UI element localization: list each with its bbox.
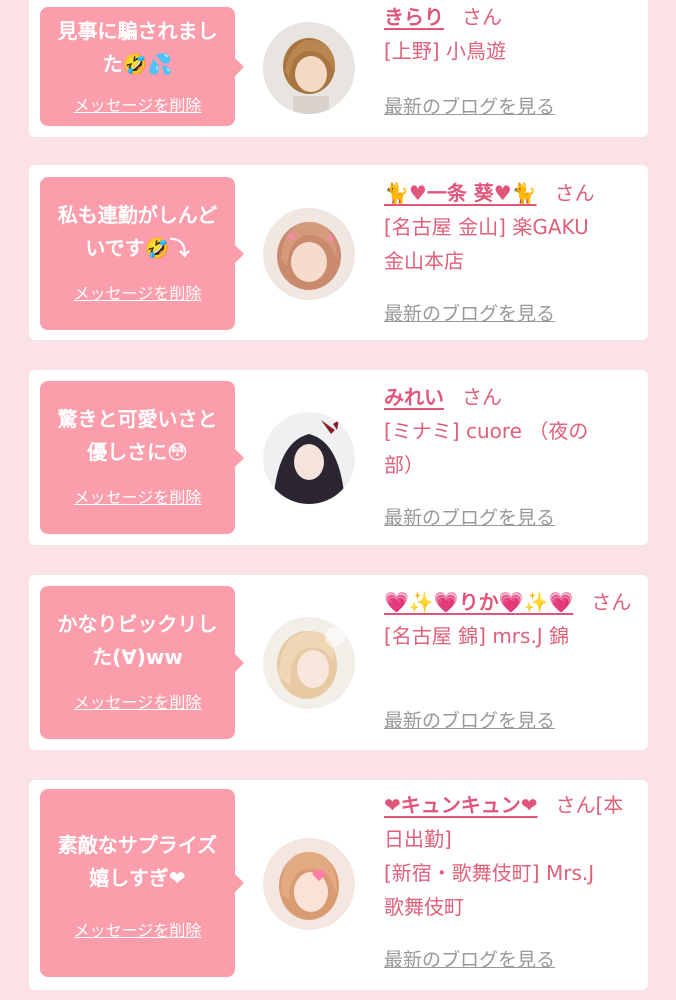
delete-message-link[interactable]: メッセージを削除 bbox=[40, 921, 235, 941]
delete-message-link[interactable]: メッセージを削除 bbox=[40, 693, 235, 713]
message-card: 驚きと可愛いさと 優しさに😳 メッセージを削除 みれい さん [ミナミ] cuor… bbox=[29, 370, 648, 545]
cast-info: 🐈♥一条 葵♥🐈 さん [名古屋 金山] 楽GAKU 金山本店 bbox=[384, 176, 638, 278]
message-bubble: かなりビックリし た(∀)ww メッセージを削除 bbox=[40, 586, 244, 739]
message-card: 私も連勤がしんど いです🤣⤵ メッセージを削除 🐈♥一条 葵♥🐈 さん [名古屋 … bbox=[29, 165, 648, 340]
message-bubble: 驚きと可愛いさと 優しさに😳 メッセージを削除 bbox=[40, 381, 244, 534]
latest-blog-link[interactable]: 最新のブログを見る bbox=[384, 302, 555, 326]
cast-name-link[interactable]: ❤キュンキュン❤ bbox=[384, 793, 538, 817]
message-bubble: 素敵なサプライズ 嬉しすぎ❤ メッセージを削除 bbox=[40, 789, 244, 977]
honorific: さん bbox=[554, 181, 595, 205]
message-text: 見事に騙されまし た🤣💦 bbox=[57, 19, 218, 76]
message-text: 驚きと可愛いさと 優しさに😳 bbox=[57, 407, 218, 464]
delete-message-link[interactable]: メッセージを削除 bbox=[40, 488, 235, 508]
message-text: 私も連勤がしんど いです🤣⤵ bbox=[57, 203, 218, 260]
shop-info: [名古屋 金山] 楽GAKU 金山本店 bbox=[384, 215, 589, 273]
latest-blog-link[interactable]: 最新のブログを見る bbox=[384, 709, 555, 733]
latest-blog-link[interactable]: 最新のブログを見る bbox=[384, 506, 555, 530]
shop-info: [名古屋 錦] mrs.J 錦 bbox=[384, 624, 570, 648]
shop-info: [上野] 小鳥遊 bbox=[384, 39, 506, 63]
honorific: さん bbox=[462, 5, 502, 29]
shop-info: [新宿・歌舞伎町] Mrs.J 歌舞伎町 bbox=[384, 861, 595, 919]
avatar[interactable] bbox=[263, 617, 355, 709]
latest-blog-link[interactable]: 最新のブログを見る bbox=[384, 95, 555, 119]
honorific: さん bbox=[462, 385, 502, 409]
avatar[interactable] bbox=[263, 22, 355, 114]
cast-info: きらり さん [上野] 小鳥遊 bbox=[384, 0, 638, 68]
cast-name-link[interactable]: 💗✨💗りか💗✨💗 bbox=[384, 590, 573, 614]
honorific: さん bbox=[591, 590, 632, 614]
message-bubble: 私も連勤がしんど いです🤣⤵ メッセージを削除 bbox=[40, 177, 244, 330]
message-card: 見事に騙されまし た🤣💦 メッセージを削除 きらり さん [上野] 小鳥遊 最新の… bbox=[29, 0, 648, 137]
message-bubble: 見事に騙されまし た🤣💦 メッセージを削除 bbox=[40, 7, 244, 126]
latest-blog-link[interactable]: 最新のブログを見る bbox=[384, 948, 555, 972]
cast-name-link[interactable]: 🐈♥一条 葵♥🐈 bbox=[384, 181, 537, 205]
message-text: かなりビックリし た(∀)ww bbox=[57, 612, 218, 669]
cast-info: 💗✨💗りか💗✨💗 さん [名古屋 錦] mrs.J 錦 bbox=[384, 585, 638, 653]
shop-info: [ミナミ] cuore （夜の 部） bbox=[384, 419, 589, 477]
delete-message-link[interactable]: メッセージを削除 bbox=[40, 284, 235, 304]
avatar[interactable] bbox=[263, 838, 355, 930]
cast-info: みれい さん [ミナミ] cuore （夜の 部） bbox=[384, 380, 638, 482]
avatar[interactable] bbox=[263, 208, 355, 300]
cast-name-link[interactable]: みれい bbox=[384, 385, 444, 409]
message-card: かなりビックリし た(∀)ww メッセージを削除 💗✨💗りか💗✨💗 さん [名古屋… bbox=[29, 575, 648, 750]
message-text: 素敵なサプライズ 嬉しすぎ❤ bbox=[57, 833, 218, 890]
message-card: 素敵なサプライズ 嬉しすぎ❤ メッセージを削除 ❤キュンキュン❤ さん[本日出勤]… bbox=[29, 780, 648, 990]
cast-info: ❤キュンキュン❤ さん[本日出勤] [新宿・歌舞伎町] Mrs.J 歌舞伎町 bbox=[384, 788, 638, 924]
cast-name-link[interactable]: きらり bbox=[384, 5, 444, 29]
avatar[interactable] bbox=[263, 412, 355, 504]
delete-message-link[interactable]: メッセージを削除 bbox=[40, 96, 235, 116]
